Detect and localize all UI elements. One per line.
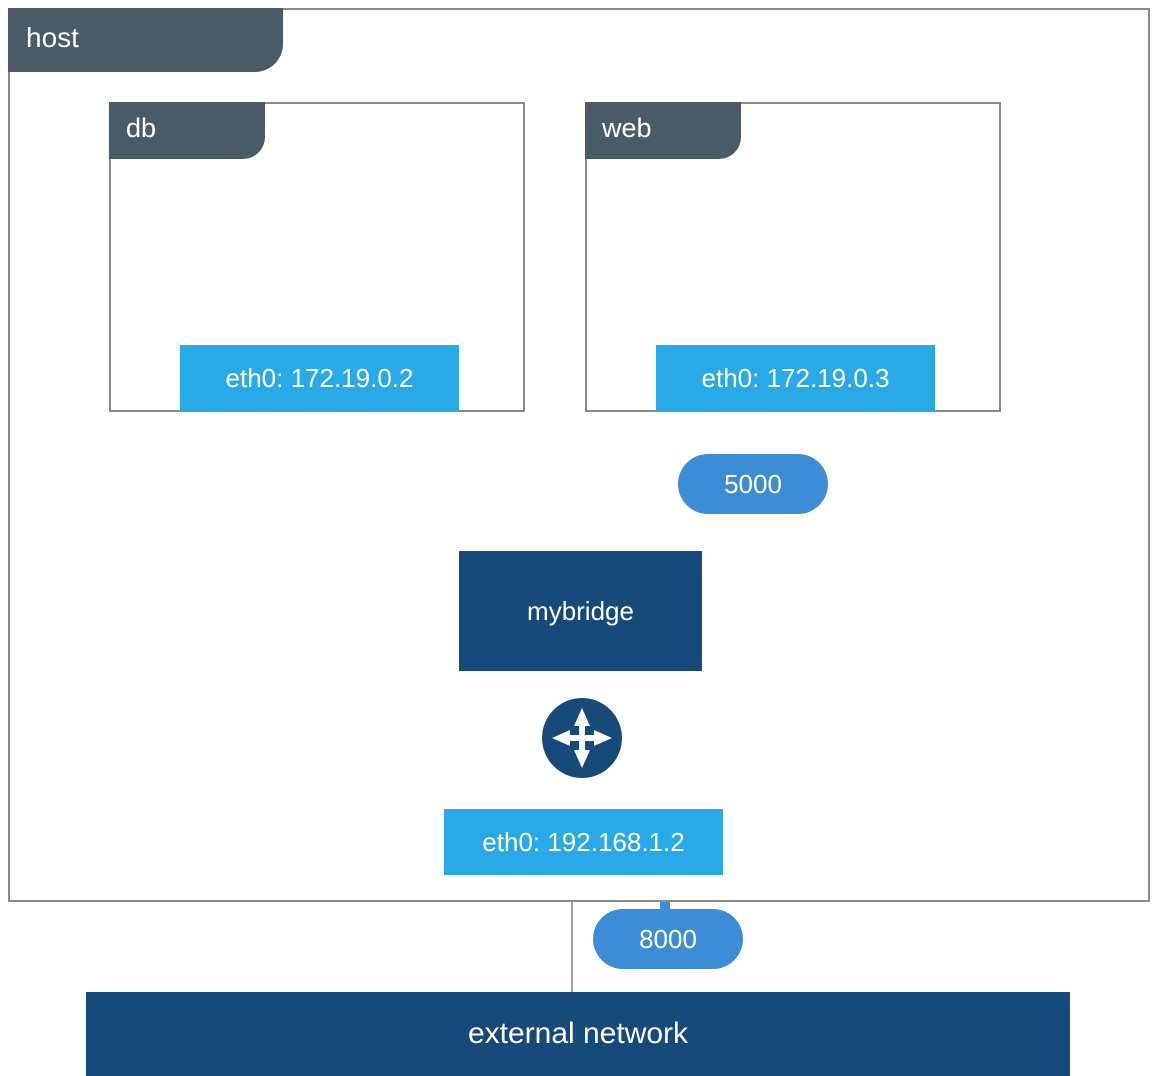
iface-host-label: eth0: 192.168.1.2 [482,827,684,857]
container-web: web eth0: 172.19.0.3 [585,102,1001,412]
external-network: external network [86,992,1070,1076]
bridge: mybridge [459,551,702,671]
iface-db-label: eth0: 172.19.0.2 [226,363,414,393]
port-web: 5000 [678,454,828,514]
host-label: host [26,22,79,53]
host-box: host db eth0: 172.19.0.2 web eth0: 172.1… [8,8,1150,902]
host-tab: host [8,8,283,72]
container-web-tab: web [585,102,741,159]
bridge-label: mybridge [527,596,634,627]
external-network-label: external network [468,1017,688,1051]
port-host: 8000 [593,909,743,969]
container-db-label: db [126,113,156,143]
link-host-external [571,902,573,992]
router-icon [542,698,622,778]
port-web-label: 5000 [724,469,782,500]
network-diagram: host db eth0: 172.19.0.2 web eth0: 172.1… [0,0,1154,1076]
arrows-icon [552,708,612,768]
container-db-tab: db [109,102,265,159]
iface-web-label: eth0: 172.19.0.3 [702,363,890,393]
iface-web-eth0: eth0: 172.19.0.3 [656,345,935,411]
iface-host-eth0: eth0: 192.168.1.2 [444,809,723,875]
iface-db-eth0: eth0: 172.19.0.2 [180,345,459,411]
container-db: db eth0: 172.19.0.2 [109,102,525,412]
port-host-label: 8000 [639,924,697,955]
container-web-label: web [602,113,652,143]
